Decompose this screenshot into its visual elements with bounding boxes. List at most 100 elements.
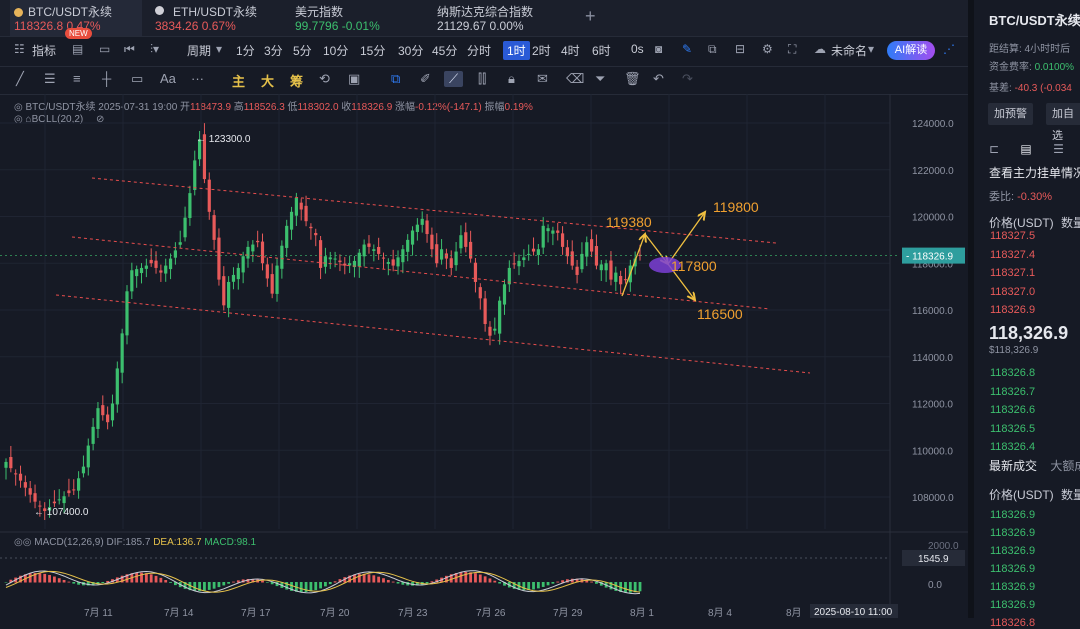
candle-body [139, 267, 144, 274]
orderbook-bids-icon[interactable]: ▤ [1020, 142, 1031, 156]
bid-row[interactable]: 118326.7 [990, 386, 1035, 398]
macd-bar [217, 582, 221, 588]
high-point-label: ← 123300.0 [196, 134, 251, 145]
interval-1[interactable]: 3分 [264, 42, 283, 59]
tab-dxy[interactable]: 美元指数 99.7796 -0.01% [295, 0, 425, 36]
candle-body [86, 445, 90, 468]
period-button[interactable]: 周期 [187, 42, 211, 59]
ask-row[interactable]: 118327.1 [990, 267, 1035, 279]
horizontal-line-icon[interactable]: ┼ [102, 71, 111, 86]
tab-nasdaq[interactable]: 纳斯达克综合指数 21129.67 0.00% [437, 0, 572, 36]
tab-btc[interactable]: BTC/USDT永续 118326.8 0.47% NEW [10, 0, 142, 39]
cloud-chevron-icon[interactable]: ▾ [868, 42, 874, 56]
ask-row[interactable]: 118327.5 [990, 230, 1035, 242]
macd-bar [72, 582, 76, 584]
add-watchlist-button[interactable]: 加自选 [1046, 103, 1080, 142]
filter-icon[interactable]: ⏷ [595, 71, 605, 87]
rectangle-icon[interactable]: ▭ [131, 71, 143, 87]
bid-row[interactable]: 118326.4 [990, 441, 1035, 453]
orderbook-asks-icon[interactable]: ☰ [1053, 142, 1064, 156]
copy-icon[interactable]: ⧉ [391, 71, 400, 87]
latest-trades-tab[interactable]: 最新成交 [989, 459, 1037, 473]
add-alert-button[interactable]: 加预警 [988, 103, 1033, 125]
cloud-layout-name[interactable]: 未命名 [831, 42, 867, 59]
interval-11[interactable]: 6时 [592, 42, 611, 59]
chart-type-icon[interactable]: ⫶▾ [150, 42, 159, 57]
redo-icon[interactable]: ↷ [682, 71, 693, 87]
candle-body [52, 501, 56, 504]
bid-row[interactable]: 118326.8 [990, 367, 1035, 379]
bid-row[interactable]: 118326.6 [990, 404, 1035, 416]
interval-2[interactable]: 5分 [293, 42, 312, 59]
magnet-icon[interactable]: ⟲ [319, 71, 330, 87]
template-icon[interactable]: ▭ [99, 42, 110, 56]
more-tools-button[interactable]: ··· [191, 71, 204, 86]
candle-body [183, 217, 187, 238]
bid-row[interactable]: 118326.5 [990, 423, 1035, 435]
tab-eth[interactable]: ETH/USDT永续 3834.26 0.67% [155, 0, 285, 36]
interval-5[interactable]: 30分 [398, 42, 423, 59]
text-tool-button[interactable]: Aa [160, 71, 176, 86]
settings-icon[interactable]: ⚙ [762, 42, 773, 56]
eraser-icon[interactable]: ⌫ [566, 71, 584, 87]
interval-3[interactable]: 10分 [323, 42, 348, 59]
fullscreen-icon[interactable]: ⛶ [788, 42, 796, 57]
interval-9[interactable]: 2时 [532, 42, 551, 59]
candle-body [488, 326, 492, 336]
price-annotation: 117800 [671, 258, 717, 274]
pen-icon[interactable]: ✐ [420, 71, 431, 87]
candle-body [144, 265, 148, 269]
compare-icon[interactable]: ⊟ [735, 42, 745, 56]
large-trades-tab[interactable]: 大额成 [1050, 459, 1080, 473]
candle-body [265, 264, 269, 279]
interval-7[interactable]: 分时 [467, 42, 491, 59]
note-icon[interactable]: ✉ [537, 71, 548, 87]
candle-body [565, 247, 570, 257]
popout-icon[interactable]: ⧉ [708, 42, 717, 57]
interval-8[interactable]: 1时 [503, 41, 530, 60]
image-icon[interactable]: ▣ [348, 71, 360, 87]
add-tab-icon[interactable]: + [585, 6, 596, 27]
line-tool-icon[interactable]: ⟋ [444, 71, 464, 87]
ask-row[interactable]: 118327.4 [990, 249, 1035, 261]
draw-edit-icon[interactable]: ✎ [682, 42, 692, 56]
trash-icon[interactable]: 🗑︎ [624, 71, 641, 87]
indicators-button[interactable]: 指标 [32, 42, 56, 59]
main-force-orders-link[interactable]: 查看主力挂单情况 [989, 164, 1080, 181]
trendline-icon[interactable]: ╱ [16, 71, 24, 87]
channel-icon[interactable]: ≡ [73, 71, 81, 86]
cloud-icon[interactable]: ☁ [814, 42, 826, 56]
candle-tool-icon[interactable]: ⫿⫿ [478, 71, 486, 87]
main-force-button[interactable]: 主 [232, 71, 245, 90]
chip-button[interactable]: 筹 [290, 71, 303, 90]
replay-icon[interactable]: ⏮ [124, 42, 135, 57]
chart-area[interactable]: ◎ BTC/USDT永续 2025-07-31 19:00 开118473.9 … [0, 94, 968, 618]
lock-icon[interactable]: 🔒︎ [508, 71, 515, 87]
x-tick-label: 7月 17 [241, 607, 271, 618]
share-icon[interactable]: ⋰ [943, 42, 955, 56]
layout-icon[interactable]: ▤ [72, 42, 83, 56]
indicator-icon[interactable]: ☷ [14, 42, 25, 56]
orderbook-both-icon[interactable]: ⊏ [989, 142, 999, 156]
interval-6[interactable]: 45分 [432, 42, 457, 59]
interval-0[interactable]: 1分 [236, 42, 255, 59]
large-order-button[interactable]: 大 [261, 71, 274, 90]
candle-body [619, 275, 623, 285]
price-chart[interactable]: 124000.0122000.0120000.0118000.0116000.0… [0, 94, 968, 618]
interval-10[interactable]: 4时 [561, 42, 580, 59]
camera-icon[interactable]: ◙ [655, 42, 662, 56]
parallel-lines-icon[interactable]: ☰ [44, 71, 56, 87]
candle-body [531, 248, 536, 252]
tab-eth-name: ETH/USDT永续 [173, 5, 258, 19]
ask-row[interactable]: 118326.9 [990, 304, 1035, 316]
ai-interpret-button[interactable]: AI解读 [887, 41, 935, 60]
undo-icon[interactable]: ↶ [653, 71, 664, 87]
price-annotation: 119800 [713, 199, 759, 215]
last-price-usd: $118,326.9 [989, 345, 1039, 356]
interval-4[interactable]: 15分 [360, 42, 385, 59]
candle-body [178, 242, 182, 245]
macd-bar [624, 582, 627, 593]
interval-12[interactable]: 0s [631, 42, 644, 56]
candle-body [372, 249, 376, 251]
ask-row[interactable]: 118327.0 [990, 286, 1035, 298]
